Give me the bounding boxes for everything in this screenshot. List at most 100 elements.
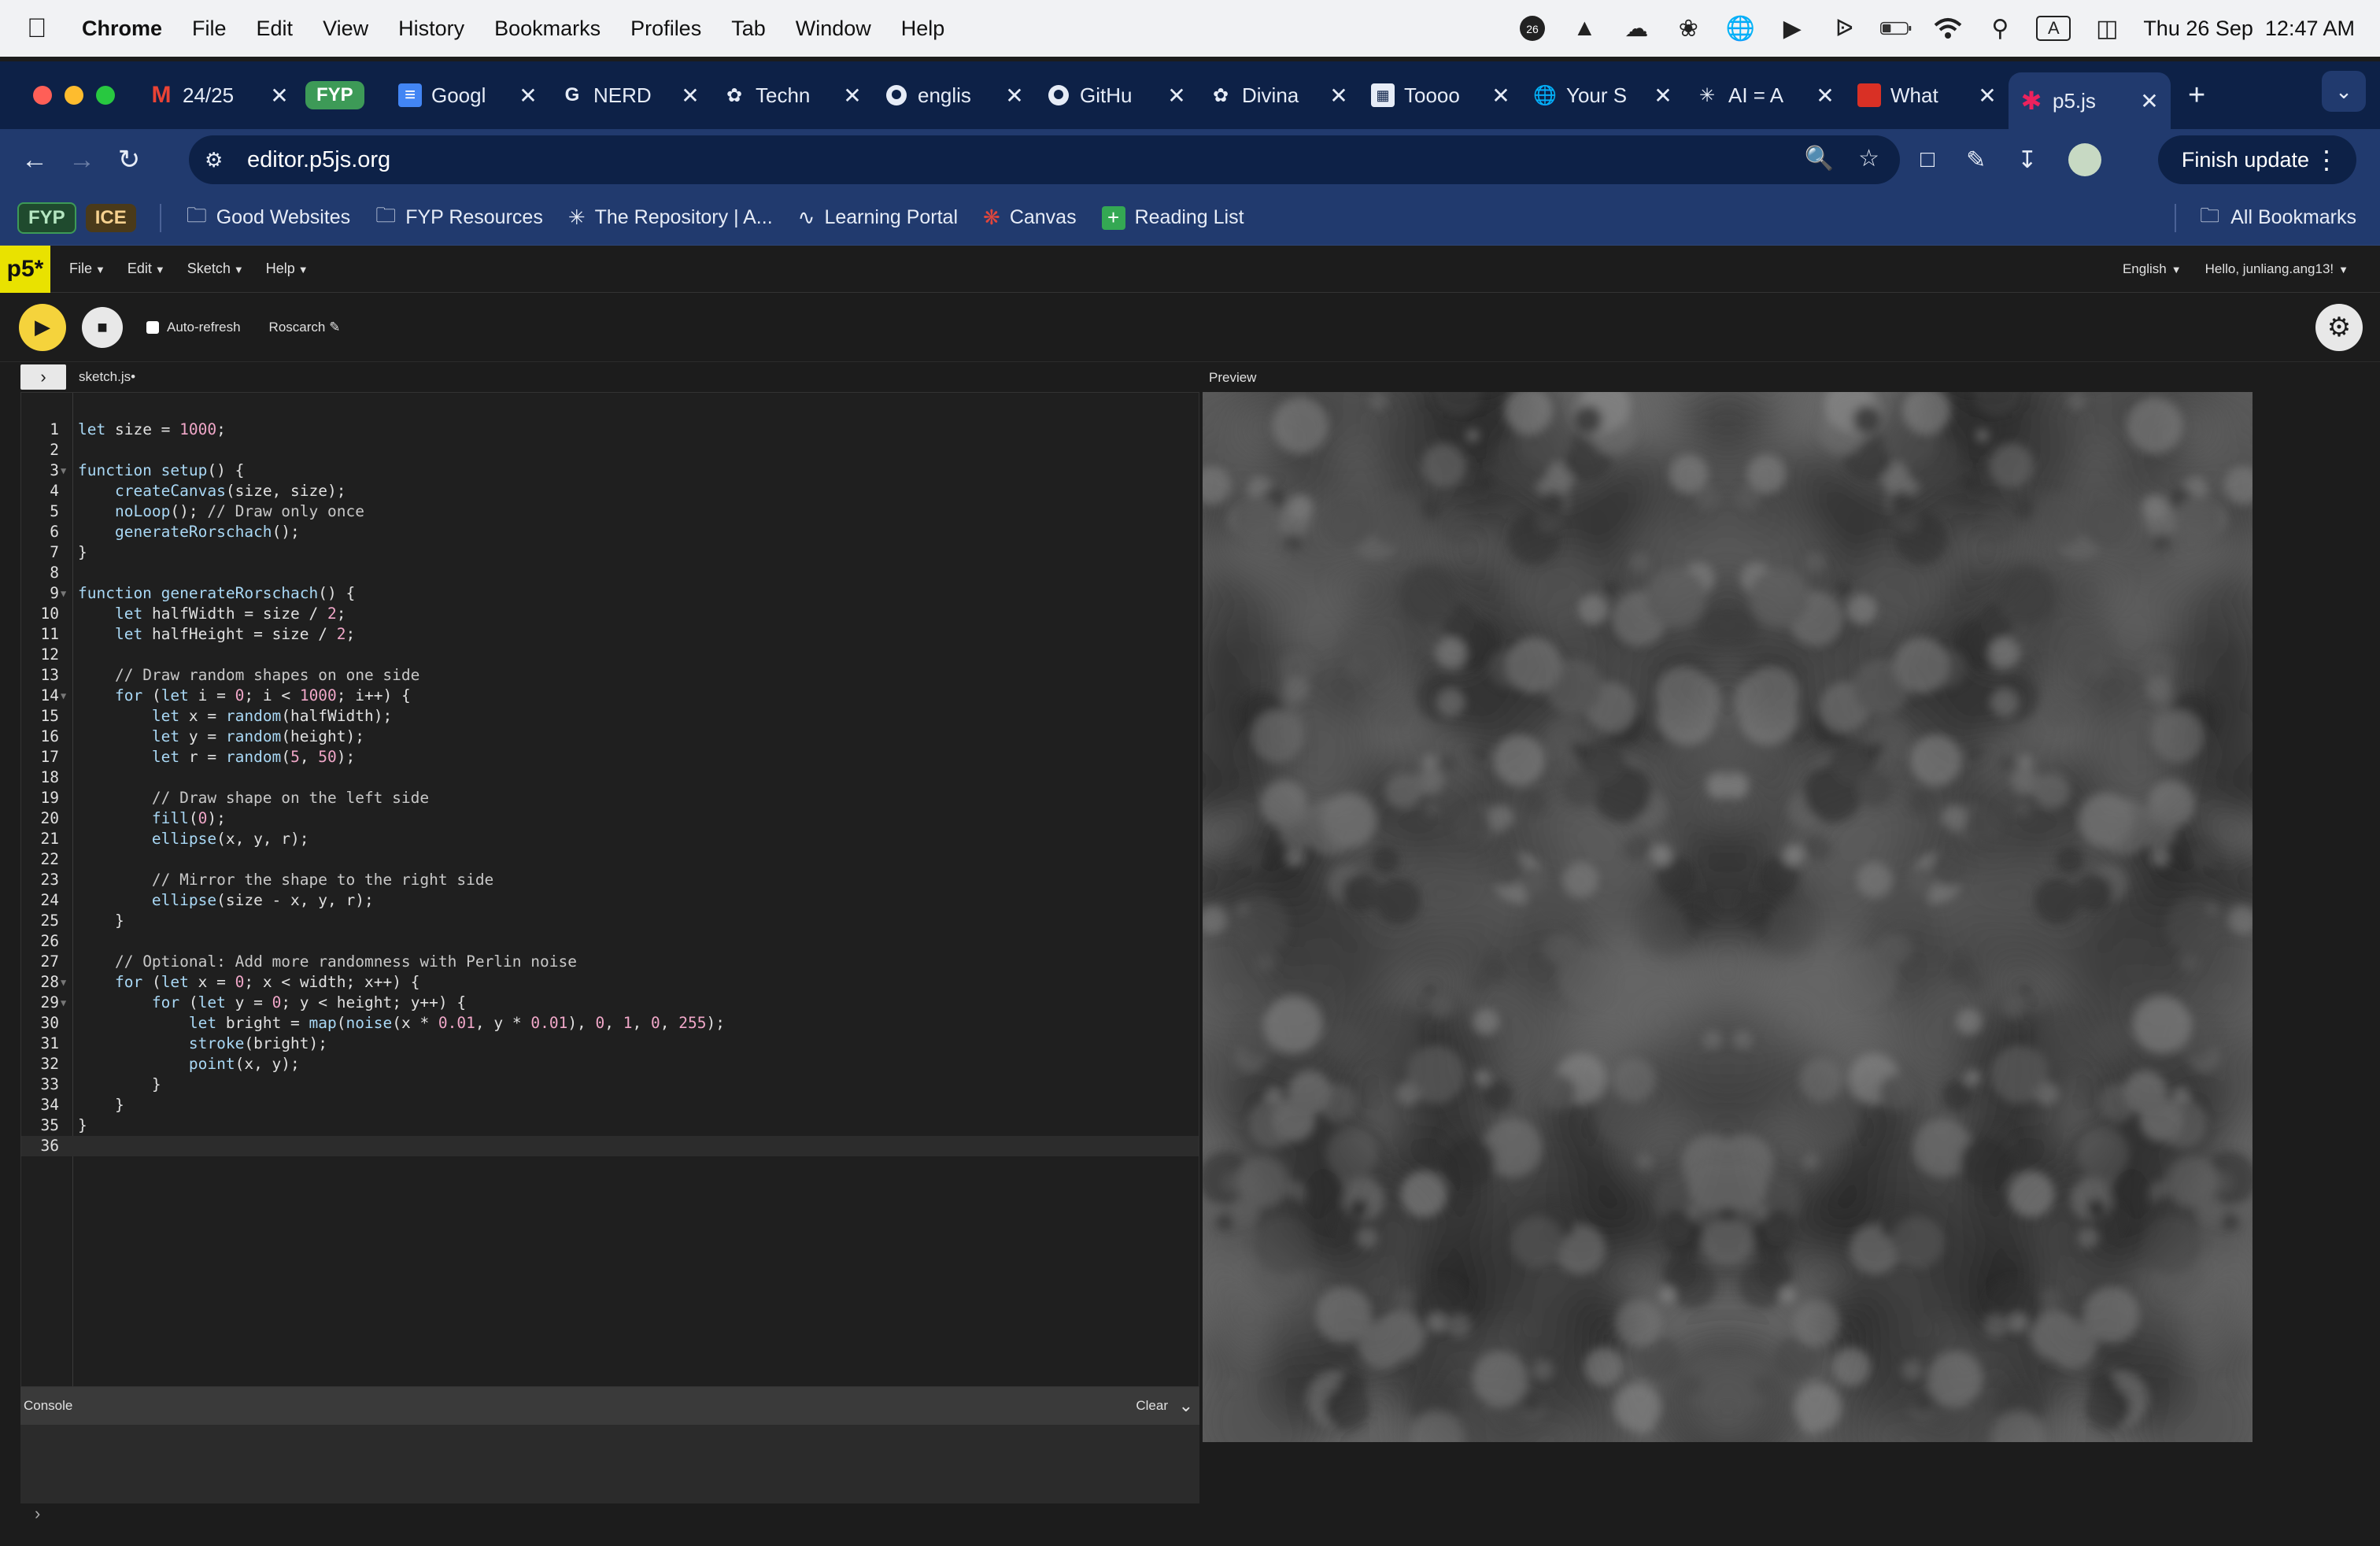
auto-refresh-label[interactable]: Auto-refresh: [167, 320, 241, 335]
p5-logo[interactable]: p5*: [0, 245, 50, 293]
code-line[interactable]: 14 ▼ for (let i = 0; i < 1000; i++) {: [21, 686, 1199, 706]
code-line[interactable]: 21 ellipse(x, y, r);: [21, 829, 1199, 849]
apple-icon[interactable]: : [27, 13, 71, 44]
code-line[interactable]: 15 let x = random(halfWidth);: [21, 706, 1199, 727]
input-source-icon[interactable]: A: [2036, 16, 2071, 41]
tab-techn[interactable]: ✿ Techn ✕: [711, 72, 874, 119]
tab-p5js[interactable]: ✱ p5.js ✕: [2009, 72, 2171, 129]
menu-profiles[interactable]: Profiles: [630, 17, 701, 41]
tab-group-fyp[interactable]: FYP: [301, 72, 387, 119]
code-line[interactable]: 5 noLoop(); // Draw only once: [21, 501, 1199, 522]
site-info-icon[interactable]: ⚙: [205, 148, 231, 172]
address-bar[interactable]: ⚙ editor.p5js.org 🔍 ☆: [189, 135, 1900, 184]
code-line[interactable]: 16 let y = random(height);: [21, 727, 1199, 747]
minimize-window-button[interactable]: [65, 86, 83, 105]
new-tab-button[interactable]: +: [2188, 79, 2205, 113]
tab-search-button[interactable]: ⌄: [2322, 71, 2366, 112]
bookmark-reading-list[interactable]: + Reading List: [1101, 205, 1244, 230]
cloud-icon[interactable]: ☁: [1621, 13, 1652, 44]
p5-menu-edit[interactable]: Edit ▼: [128, 261, 165, 277]
close-tab-icon[interactable]: ✕: [269, 83, 290, 109]
tab-google-docs[interactable]: ≡ Googl ✕: [387, 72, 549, 119]
pencil-icon[interactable]: ✎: [329, 320, 340, 335]
menu-app-chrome[interactable]: Chrome: [82, 17, 162, 41]
code-line[interactable]: 28 ▼ for (let x = 0; x < width; x++) {: [21, 972, 1199, 993]
bookmark-group-ice[interactable]: ICE: [85, 203, 136, 232]
code-line[interactable]: 7}: [21, 542, 1199, 563]
fold-arrow-icon[interactable]: ▼: [61, 460, 66, 481]
tab-toooo[interactable]: ▦ Toooo ✕: [1360, 72, 1522, 119]
close-tab-icon[interactable]: ✕: [1166, 83, 1187, 109]
clear-console-button[interactable]: Clear: [1136, 1398, 1168, 1414]
bookmark-star-icon[interactable]: ☆: [1858, 145, 1879, 172]
menu-history[interactable]: History: [398, 17, 464, 41]
code-line[interactable]: 2: [21, 440, 1199, 460]
bookmark-repository[interactable]: ✳ The Repository | A...: [568, 205, 773, 230]
code-line[interactable]: 24 ellipse(size - x, y, r);: [21, 890, 1199, 911]
finish-update-button[interactable]: Finish update ⋮: [2157, 135, 2356, 184]
code-line[interactable]: 17 let r = random(5, 50);: [21, 747, 1199, 767]
profile-avatar[interactable]: [2068, 143, 2102, 176]
code-line[interactable]: 13 // Draw random shapes on one side: [21, 665, 1199, 686]
menu-file[interactable]: File: [192, 17, 227, 41]
status-badge-icon[interactable]: 26: [1517, 13, 1548, 44]
close-tab-icon[interactable]: ✕: [842, 83, 863, 109]
play-icon[interactable]: ▶: [1776, 13, 1808, 44]
code-line[interactable]: 9 ▼ function generateRorschach() {: [21, 583, 1199, 604]
tab-gmail[interactable]: M 24/25 ✕: [139, 72, 301, 119]
code-line[interactable]: 3 ▼ function setup() {: [21, 460, 1199, 481]
code-lines[interactable]: 1 let size = 1000; 2 3 ▼ function setup() {4 …: [21, 420, 1199, 1156]
sketch-name[interactable]: Roscarch ✎: [269, 320, 341, 335]
control-center-icon[interactable]: ◫: [2091, 13, 2123, 44]
vpn-globe-icon[interactable]: 🌐: [1724, 13, 1756, 44]
download-icon[interactable]: ↧: [2017, 146, 2037, 174]
more-menu-icon[interactable]: ⋮: [2314, 145, 2339, 175]
expand-sidebar-button[interactable]: ›: [20, 364, 66, 390]
code-line[interactable]: 20 fill(0);: [21, 808, 1199, 829]
clock[interactable]: Thu 26 Sep 12:47 AM: [2143, 17, 2355, 41]
bluetooth-icon[interactable]: ᐉ: [1828, 13, 1860, 44]
close-tab-icon[interactable]: ✕: [1491, 83, 1511, 109]
code-line[interactable]: 1 let size = 1000;: [21, 420, 1199, 440]
preview-canvas[interactable]: [1203, 392, 2252, 1442]
reading-mode-icon[interactable]: □: [1920, 146, 1935, 173]
code-editor[interactable]: 1 let size = 1000; 2 3 ▼ function setup() {4 …: [20, 392, 1199, 1387]
language-select[interactable]: English ▼: [2123, 261, 2182, 277]
menu-view[interactable]: View: [323, 17, 368, 41]
auto-refresh-checkbox[interactable]: [146, 320, 159, 334]
menu-help[interactable]: Help: [901, 17, 945, 41]
fold-arrow-icon[interactable]: ▼: [61, 993, 66, 1013]
fold-arrow-icon[interactable]: ▼: [61, 972, 66, 993]
close-window-button[interactable]: [33, 86, 52, 105]
spotlight-search-icon[interactable]: ⚲: [1984, 13, 2016, 44]
zoom-icon[interactable]: 🔍: [1805, 145, 1834, 172]
code-line[interactable]: 27 // Optional: Add more randomness with…: [21, 952, 1199, 972]
code-line[interactable]: 35}: [21, 1115, 1199, 1136]
code-line[interactable]: 26: [21, 931, 1199, 952]
code-line[interactable]: 10 let halfWidth = size / 2;: [21, 604, 1199, 624]
stop-button[interactable]: ■: [82, 306, 123, 348]
close-tab-icon[interactable]: ✕: [1004, 83, 1025, 109]
code-line[interactable]: 34 }: [21, 1095, 1199, 1115]
code-line[interactable]: 31 stroke(bright);: [21, 1034, 1199, 1054]
close-tab-icon[interactable]: ✕: [1977, 83, 1998, 109]
code-line[interactable]: 36: [21, 1136, 1199, 1156]
battery-icon[interactable]: [1880, 13, 1912, 44]
code-line[interactable]: 32 point(x, y);: [21, 1054, 1199, 1074]
code-line[interactable]: 29 ▼ for (let y = 0; y < height; y++) {: [21, 993, 1199, 1013]
menu-tab[interactable]: Tab: [731, 17, 766, 41]
p5-menu-help[interactable]: Help ▼: [266, 261, 309, 277]
bookmark-canvas[interactable]: ❋ Canvas: [983, 205, 1077, 230]
close-tab-icon[interactable]: ✕: [1653, 83, 1673, 109]
code-line[interactable]: 30 let bright = map(noise(x * 0.01, y * …: [21, 1013, 1199, 1034]
file-tab-sketch[interactable]: sketch.js•: [79, 369, 135, 385]
reload-button[interactable]: ↻: [105, 144, 153, 176]
settings-button[interactable]: ⚙: [2315, 304, 2363, 351]
close-tab-icon[interactable]: ✕: [2139, 88, 2160, 114]
close-tab-icon[interactable]: ✕: [680, 83, 700, 109]
tab-divina[interactable]: ✿ Divina ✕: [1198, 72, 1360, 119]
back-button[interactable]: ←: [11, 145, 58, 176]
url-text[interactable]: editor.p5js.org: [247, 147, 390, 173]
fold-arrow-icon[interactable]: ▼: [61, 583, 66, 604]
bookmark-fyp-resources[interactable]: 🗀 FYP Resources: [375, 201, 543, 235]
